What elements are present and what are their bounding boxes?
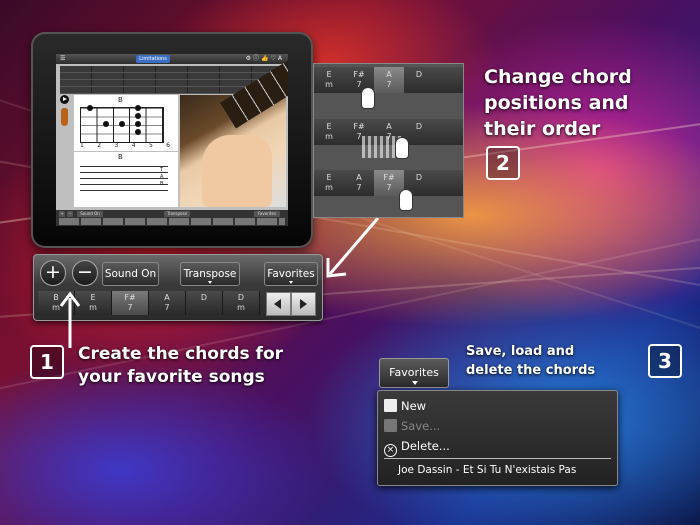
favorites-button[interactable]: Favorites: [264, 262, 318, 286]
mini-transpose-button[interactable]: Transpose: [164, 211, 190, 217]
screen-toolbar: + − Sound On Transpose Favorites: [56, 210, 288, 226]
menu-icon[interactable]: ☰: [60, 55, 65, 63]
step3-badge: 3: [648, 344, 682, 378]
mini-sound-button[interactable]: Sound On: [77, 211, 103, 217]
scroll-right-button[interactable]: [291, 292, 316, 316]
step2-badge: 2: [486, 146, 520, 180]
tab-staff: [80, 166, 168, 196]
tab-chord-name: B: [118, 153, 123, 161]
guitar-icon[interactable]: [61, 108, 68, 126]
caption-step2: Change chord positions and their order: [484, 66, 632, 140]
favorites-menu: New Save... × Delete... Joe Dassin - Et S…: [377, 390, 618, 486]
dropdown-arrow-icon: [412, 381, 418, 385]
chord-button-selected[interactable]: F# 7: [112, 291, 149, 315]
mini-chord-row[interactable]: [59, 218, 285, 225]
chord-button[interactable]: Dm: [223, 291, 260, 315]
delete-icon: ×: [384, 444, 397, 457]
menu-item-delete[interactable]: × Delete...: [384, 437, 450, 457]
chord-cell[interactable]: Em: [314, 170, 344, 196]
mini-favorites-button[interactable]: Favorites: [254, 211, 280, 217]
ipad-screen: ☰ Limitations ⚙ⓘ👍♡A B 12 34 56 B T A B +…: [56, 54, 288, 226]
fretboard: [80, 105, 164, 143]
fret-numbers: 12 34 56: [80, 142, 170, 149]
tab-letters: TAB: [160, 167, 164, 187]
dropdown-arrow-icon: [289, 281, 293, 284]
screen-title[interactable]: Limitations: [136, 55, 170, 63]
chord-cell[interactable]: D: [404, 67, 434, 93]
chord-button[interactable]: D: [186, 291, 223, 315]
arrow-diagonal-icon: [326, 217, 380, 278]
save-icon: [384, 419, 397, 432]
favorites-dropdown-button[interactable]: Favorites: [379, 358, 449, 388]
chord-cell[interactable]: D: [404, 119, 434, 145]
chord-cell[interactable]: A7: [344, 170, 374, 196]
hand-pointer-icon: [400, 190, 412, 210]
arrow-up-icon: [59, 291, 81, 348]
chord-cell-highlighted[interactable]: A7: [374, 67, 404, 93]
caption-step1: Create the chords for your favorite song…: [78, 344, 284, 387]
reorder-strip: Em F#7 A7 D: [314, 67, 463, 93]
chord-cell[interactable]: Em: [314, 67, 344, 93]
chord-diagram-name: B: [118, 96, 123, 104]
hand-pointer-icon: [362, 88, 374, 108]
sound-on-button[interactable]: Sound On: [102, 262, 159, 286]
play-icon[interactable]: [60, 95, 69, 104]
dropdown-arrow-icon: [208, 281, 212, 284]
scroll-left-button[interactable]: [266, 292, 291, 316]
mini-add-button[interactable]: +: [59, 211, 65, 217]
favorites-popup: Favorites New Save... × Delete... Joe Das…: [377, 358, 618, 486]
chord-cell-highlighted[interactable]: F# 7: [374, 170, 404, 196]
chord-button[interactable]: A7: [149, 291, 186, 315]
hand-photo: [180, 55, 288, 207]
reorder-strip: Em A7 F# 7 D: [314, 170, 463, 196]
add-chord-button[interactable]: +: [40, 260, 66, 286]
menu-item-save: Save...: [384, 417, 440, 435]
arrow-right-icon: [300, 299, 307, 309]
chord-diagram: B 12 34 56: [74, 95, 178, 151]
menu-item-new[interactable]: New: [384, 397, 426, 415]
mini-remove-button[interactable]: −: [67, 211, 73, 217]
document-icon: [384, 399, 397, 412]
step1-badge: 1: [30, 345, 64, 379]
transpose-button[interactable]: Transpose: [180, 262, 240, 286]
hand-pointer-icon: [396, 138, 408, 158]
tablature: B TAB: [74, 152, 178, 207]
menu-item-song[interactable]: Joe Dassin - Et Si Tu N'existais Pas: [398, 461, 576, 479]
remove-chord-button[interactable]: −: [72, 260, 98, 286]
ipad-device: ☰ Limitations ⚙ⓘ👍♡A B 12 34 56 B T A B +…: [31, 32, 313, 248]
reorder-panel: Em F#7 A7 D Em F#7 A7 D Em A7 F#7 D: [314, 64, 463, 217]
screen-topbar: ☰ Limitations ⚙ⓘ👍♡A: [56, 54, 288, 64]
arrow-left-icon: [274, 299, 281, 309]
menu-separator: [384, 458, 611, 459]
chord-cell[interactable]: Em: [314, 119, 344, 145]
topbar-icons[interactable]: ⚙ⓘ👍♡A: [246, 55, 284, 63]
